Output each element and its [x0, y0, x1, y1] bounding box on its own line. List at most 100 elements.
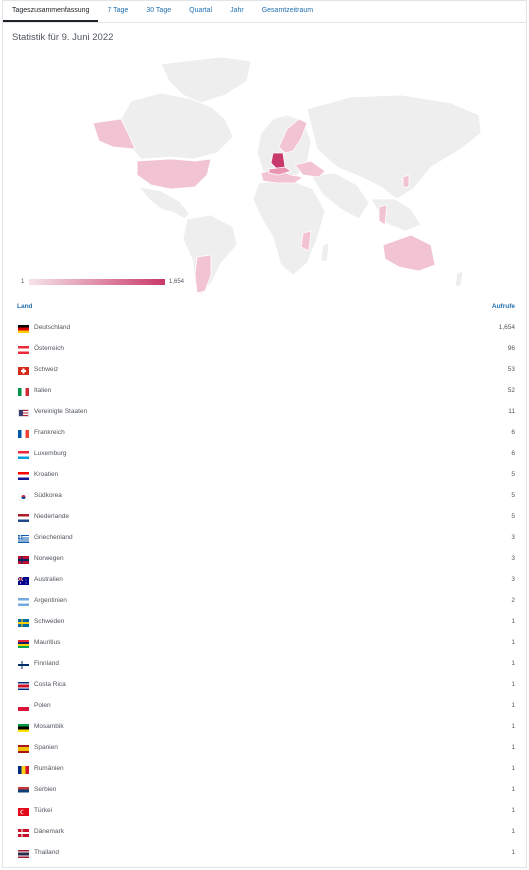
country-name: Mauritius	[34, 639, 61, 646]
map-australia	[382, 234, 436, 272]
view-count: 1	[511, 660, 515, 667]
tab-30-days[interactable]: 30 Tage	[137, 1, 180, 22]
view-count: 6	[511, 450, 515, 457]
view-count: 3	[511, 576, 515, 583]
mu-flag-icon	[18, 640, 29, 648]
view-count: 53	[507, 366, 515, 373]
table-row[interactable]: Niederlande 5	[17, 508, 515, 529]
world-map[interactable]	[11, 49, 521, 299]
kr-flag-icon	[18, 493, 29, 501]
page-title: Statistik für 9. Juni 2022	[12, 32, 114, 43]
at-flag-icon	[18, 346, 29, 354]
de-flag-icon	[18, 325, 29, 333]
country-name: Niederlande	[34, 513, 70, 520]
lu-flag-icon	[18, 451, 29, 459]
table-row[interactable]: Polen 1	[17, 697, 515, 718]
hr-flag-icon	[18, 472, 29, 480]
tab-all-time[interactable]: Gesamtzeitraum	[253, 1, 322, 22]
country-name: Australien	[34, 576, 63, 583]
nl-flag-icon	[18, 514, 29, 522]
table-row[interactable]: Frankreich 6	[17, 424, 515, 445]
country-name: Costa Rica	[34, 681, 66, 688]
country-name: Rumänien	[34, 765, 64, 772]
tab-quarter[interactable]: Quartal	[180, 1, 221, 22]
fr-flag-icon	[18, 430, 29, 438]
tab-7-days[interactable]: 7 Tage	[98, 1, 137, 22]
table-row[interactable]: Mosambik 1	[17, 718, 515, 739]
map-south-korea	[402, 174, 410, 188]
table-row[interactable]: Deutschland 1,654	[17, 319, 515, 340]
map-new-zealand	[454, 270, 464, 288]
table-row[interactable]: Griechenland 3	[17, 529, 515, 550]
view-count: 1	[511, 702, 515, 709]
country-name: Mosambik	[34, 723, 64, 730]
table-header: Land Aufrufe	[17, 303, 515, 315]
legend-max-label: 1,654	[169, 279, 185, 285]
country-table: Deutschland 1,654 Österreich 96 Schweiz 53 Ita…	[17, 319, 515, 865]
view-count: 1	[511, 681, 515, 688]
fi-flag-icon	[18, 661, 29, 669]
legend-color-scale	[29, 279, 165, 285]
map-canada	[120, 92, 234, 160]
rs-flag-icon	[18, 787, 29, 795]
map-mozambique	[300, 230, 312, 252]
view-count: 1	[511, 765, 515, 772]
tab-year[interactable]: Jahr	[221, 1, 253, 22]
column-header-country[interactable]: Land	[17, 303, 33, 310]
table-row[interactable]: Serbien 1	[17, 781, 515, 802]
view-count: 1,654	[498, 324, 515, 331]
table-row[interactable]: Südkorea 5	[17, 487, 515, 508]
mz-flag-icon	[18, 724, 29, 732]
table-row[interactable]: Italien 52	[17, 382, 515, 403]
map-argentina	[194, 254, 212, 294]
country-name: Frankreich	[34, 429, 65, 436]
country-name: Dänemark	[34, 828, 64, 835]
country-name: Schweiz	[34, 366, 59, 373]
us-flag-icon	[18, 409, 29, 417]
country-name: Türkei	[34, 807, 53, 814]
view-count: 1	[511, 786, 515, 793]
country-name: Luxemburg	[34, 450, 67, 457]
country-name: Serbien	[34, 786, 57, 793]
view-count: 6	[511, 429, 515, 436]
country-name: Norwegen	[34, 555, 64, 562]
table-row[interactable]: Thailand 1	[17, 844, 515, 865]
column-header-views[interactable]: Aufrufe	[492, 303, 515, 310]
table-row[interactable]: Schweden 1	[17, 613, 515, 634]
th-flag-icon	[18, 850, 29, 858]
table-row[interactable]: Argentinien 2	[17, 592, 515, 613]
no-flag-icon	[18, 556, 29, 564]
table-row[interactable]: Spanien 1	[17, 739, 515, 760]
table-row[interactable]: Mauritius 1	[17, 634, 515, 655]
view-count: 1	[511, 807, 515, 814]
view-count: 11	[508, 408, 515, 415]
table-row[interactable]: Schweiz 53	[17, 361, 515, 382]
view-count: 3	[511, 555, 515, 562]
table-row[interactable]: Norwegen 3	[17, 550, 515, 571]
view-count: 1	[511, 618, 515, 625]
table-row[interactable]: Costa Rica 1	[17, 676, 515, 697]
table-row[interactable]: Finnland 1	[17, 655, 515, 676]
table-row[interactable]: Kroatien 5	[17, 466, 515, 487]
gr-flag-icon	[18, 535, 29, 543]
country-name: Spanien	[34, 744, 58, 751]
tab-day-summary[interactable]: Tageszusammenfassung	[3, 1, 99, 22]
country-name: Österreich	[34, 345, 64, 352]
table-row[interactable]: Vereinigte Staaten 11	[17, 403, 515, 424]
table-row[interactable]: Rumänien 1	[17, 760, 515, 781]
table-row[interactable]: Österreich 96	[17, 340, 515, 361]
country-name: Südkorea	[34, 492, 62, 499]
view-count: 5	[511, 513, 515, 520]
table-row[interactable]: Australien 3	[17, 571, 515, 592]
period-tabs: Tageszusammenfassung 7 Tage 30 Tage Quar…	[3, 1, 526, 23]
map-africa	[252, 178, 326, 276]
country-name: Schweden	[34, 618, 65, 625]
view-count: 2	[511, 597, 515, 604]
tr-flag-icon	[18, 808, 29, 816]
table-row[interactable]: Luxemburg 6	[17, 445, 515, 466]
table-row[interactable]: Türkei 1	[17, 802, 515, 823]
se-flag-icon	[18, 619, 29, 627]
dk-flag-icon	[18, 829, 29, 837]
country-name: Kroatien	[34, 471, 59, 478]
table-row[interactable]: Dänemark 1	[17, 823, 515, 844]
